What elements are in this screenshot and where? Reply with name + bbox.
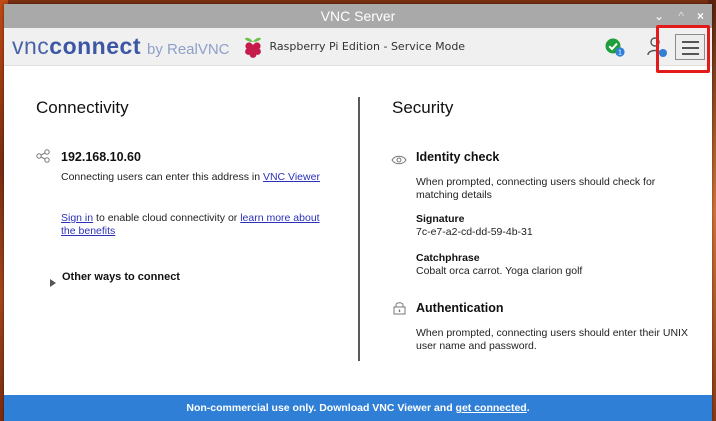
address-hint-text: Connecting users can enter this address … <box>61 171 263 183</box>
lock-icon <box>393 301 406 320</box>
menu-highlight-box <box>656 25 710 73</box>
identity-check-title: Identity check <box>416 150 500 164</box>
cloud-hint: Sign in to enable cloud connectivity or … <box>61 212 323 238</box>
other-ways-to-connect-toggle[interactable]: Other ways to connect <box>62 271 180 284</box>
security-title: Security <box>392 98 454 117</box>
vnc-viewer-link[interactable]: VNC Viewer <box>263 171 320 183</box>
title-bar[interactable]: VNC Server ⌄ ^ × <box>4 4 712 28</box>
logo-by-text: by RealVNC <box>146 41 230 58</box>
connectivity-title: Connectivity <box>36 98 129 117</box>
status-ok-icon[interactable]: 1 <box>605 38 625 57</box>
signature-value: 7c-e7-a2-cd-dd-59-4b-31 <box>416 226 533 238</box>
footer-end: . <box>526 402 530 414</box>
footer-text: Non-commercial use only. Download VNC Vi… <box>186 402 456 414</box>
address-hint: Connecting users can enter this address … <box>61 171 321 184</box>
logo-connect-text: connect <box>49 33 141 59</box>
logo-vnc-text: vnc <box>12 33 50 59</box>
footer-banner: Non-commercial use only. Download VNC Vi… <box>4 395 712 421</box>
sign-in-link[interactable]: Sign in <box>61 212 93 224</box>
triangle-right-icon[interactable] <box>50 274 56 292</box>
app-header: vnc connect by RealVNC Raspberry Pi Edit… <box>4 28 712 66</box>
edition-label: Raspberry Pi Edition - Service Mode <box>269 40 466 53</box>
cloud-hint-text: to enable cloud connectivity or <box>93 212 241 224</box>
catchphrase-label: Catchphrase <box>416 252 480 264</box>
signature-label: Signature <box>416 213 465 225</box>
authentication-title: Authentication <box>416 301 504 315</box>
ip-address: 192.168.10.60 <box>61 150 141 164</box>
get-connected-link[interactable]: get connected <box>456 402 527 414</box>
eye-icon <box>391 152 407 170</box>
vnc-connect-logo: vnc connect by RealVNC <box>12 33 230 60</box>
window-title: VNC Server <box>320 8 396 24</box>
share-icon <box>36 149 50 168</box>
raspberry-pi-icon <box>242 35 264 59</box>
status-badge-count: 1 <box>618 50 622 57</box>
vnc-server-window: VNC Server ⌄ ^ × vnc connect by RealVNC … <box>4 4 712 421</box>
authentication-text: When prompted, connecting users should e… <box>416 327 688 352</box>
column-divider <box>358 97 360 361</box>
main-content: Connectivity 192.168.10.60 Connecting us… <box>4 66 712 391</box>
identity-check-text: When prompted, connecting users should c… <box>416 176 656 201</box>
catchphrase-value: Cobalt orca carrot. Yoga clarion golf <box>416 265 583 277</box>
